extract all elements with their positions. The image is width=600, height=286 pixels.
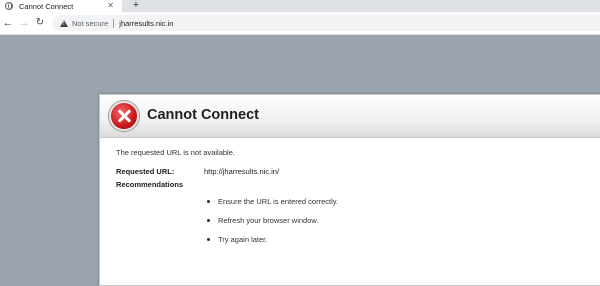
error-dialog: Cannot Connect The requested URL is not … [99, 94, 600, 286]
address-bar[interactable]: Not secure jharresults.nic.in [52, 15, 600, 31]
dialog-body: The requested URL is not available. Requ… [116, 148, 600, 244]
list-item: Refresh your browser window. [204, 216, 338, 235]
tab-close-icon[interactable]: ✕ [107, 0, 114, 12]
reload-icon[interactable]: ↻ [33, 16, 47, 30]
divider [113, 18, 115, 28]
recommendations-list: Ensure the URL is entered correctly. Ref… [204, 197, 338, 254]
list-item: Ensure the URL is entered correctly. [204, 197, 338, 216]
error-x-icon [109, 101, 139, 131]
warning-icon[interactable] [60, 19, 68, 27]
security-status[interactable]: Not secure [72, 19, 108, 28]
back-arrow-icon[interactable]: ← [1, 16, 15, 30]
browser-toolbar: ← → ↻ Not secure jharresults.nic.in [0, 12, 600, 35]
dialog-title: Cannot Connect [147, 107, 259, 123]
browser-tab[interactable]: Cannot Connect ✕ [0, 0, 122, 12]
error-message: The requested URL is not available. [116, 148, 235, 157]
requested-url-label: Requested URL: [116, 167, 175, 176]
globe-icon [5, 2, 13, 10]
dialog-header: Cannot Connect [100, 95, 600, 138]
tab-strip: Cannot Connect ✕ + [0, 0, 600, 12]
tab-title: Cannot Connect [19, 1, 74, 11]
list-item: Try again later. [204, 235, 338, 254]
requested-url-value: http://jharresults.nic.in/ [204, 167, 280, 176]
recommendations-label: Recommendations [116, 180, 184, 189]
new-tab-icon[interactable]: + [130, 0, 142, 12]
forward-arrow-icon[interactable]: → [17, 16, 31, 30]
url-text[interactable]: jharresults.nic.in [119, 19, 173, 28]
